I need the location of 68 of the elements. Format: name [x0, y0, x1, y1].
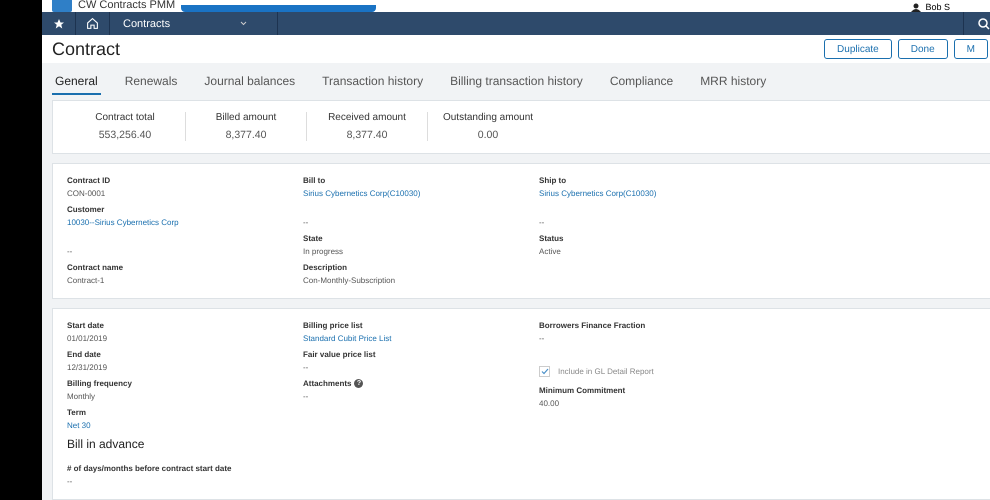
field-value: Contract-1 [67, 276, 106, 285]
field-label: Attachments [303, 379, 352, 388]
search-icon[interactable] [963, 12, 990, 36]
field-label: Start date [67, 321, 104, 330]
tab[interactable]: MRR history [697, 74, 770, 95]
field-label: Billing price list [303, 321, 363, 330]
tab[interactable]: General [52, 74, 101, 95]
tab[interactable]: Journal balances [201, 74, 298, 95]
field-value: -- [303, 392, 310, 401]
checkbox[interactable] [539, 366, 550, 378]
metric-label: Received amount [328, 112, 406, 124]
field-link[interactable]: Standard Cubit Price List [303, 334, 539, 343]
field-label: Fair value price list [303, 350, 376, 360]
metric-value: 553,256.40 [98, 129, 152, 142]
user-name[interactable]: Bob S [925, 3, 950, 12]
field-value: 01/01/2019 [67, 334, 108, 343]
metric-label: Outstanding amount [442, 112, 534, 124]
tab[interactable]: Renewals [122, 74, 180, 95]
tab[interactable]: Compliance [606, 74, 676, 95]
metric-label: Contract total [95, 112, 155, 124]
field-label: Contract name [67, 263, 124, 272]
field-value: 12/31/2019 [67, 362, 108, 372]
field-value: CON-0001 [67, 188, 106, 198]
field-label: Term [67, 408, 86, 418]
field-value: 40.00 [539, 398, 560, 408]
page-title: Contract [52, 38, 120, 60]
caret-icon [240, 21, 247, 26]
module-dropdown[interactable]: Contracts [110, 12, 278, 36]
field-value: -- [539, 334, 546, 343]
header-button[interactable]: M [954, 39, 988, 60]
field-label: Borrowers Finance Fraction [539, 321, 646, 330]
field-link[interactable]: Sirius Cybernetics Corp(C10030) [539, 188, 775, 198]
field-value: Con-Monthly-Subscription [303, 276, 396, 285]
field-link[interactable]: Net 30 [67, 420, 303, 430]
logo-icon [52, 0, 72, 12]
field-link[interactable]: 10030--Sirius Cybernetics Corp [67, 218, 303, 227]
checkbox-label: Include in GL Detail Report [558, 367, 654, 376]
metric-value: 8,377.40 [346, 129, 388, 142]
app-name: CW Contracts PMM [78, 0, 176, 12]
field-label: State [303, 234, 323, 244]
field-label: Bill to [303, 176, 326, 186]
header-button[interactable]: Done [898, 39, 948, 60]
field-value: -- [303, 218, 310, 227]
tab[interactable]: Transaction history [319, 74, 426, 95]
field-label: Contract ID [67, 176, 110, 186]
tab[interactable]: Billing transaction history [447, 74, 586, 95]
field-label: Customer [67, 205, 104, 214]
metric-value: 0.00 [478, 129, 498, 142]
field-label: Billing frequency [67, 379, 132, 388]
field-label: Minimum Commitment [539, 386, 626, 396]
field-value: -- [539, 218, 546, 227]
user-icon [911, 3, 922, 12]
header-button[interactable]: Duplicate [824, 39, 892, 60]
field-label: # of days/months before contract start date [67, 464, 232, 474]
field-value: Active [539, 246, 562, 256]
field-value: Monthly [67, 392, 96, 401]
field-value: -- [303, 362, 310, 372]
field-label: Description [303, 263, 348, 272]
section-heading: Bill in advance [67, 436, 146, 453]
field-link[interactable]: Sirius Cybernetics Corp(C10030) [303, 188, 539, 198]
field-value: -- [67, 246, 74, 256]
metric-label: Billed amount [216, 112, 276, 124]
field-value: -- [67, 476, 74, 486]
field-label: End date [67, 350, 101, 360]
field-label: Status [539, 234, 564, 244]
metric-value: 8,377.40 [226, 129, 266, 142]
field-label: Ship to [539, 176, 566, 186]
field-value: In progress [303, 246, 344, 256]
